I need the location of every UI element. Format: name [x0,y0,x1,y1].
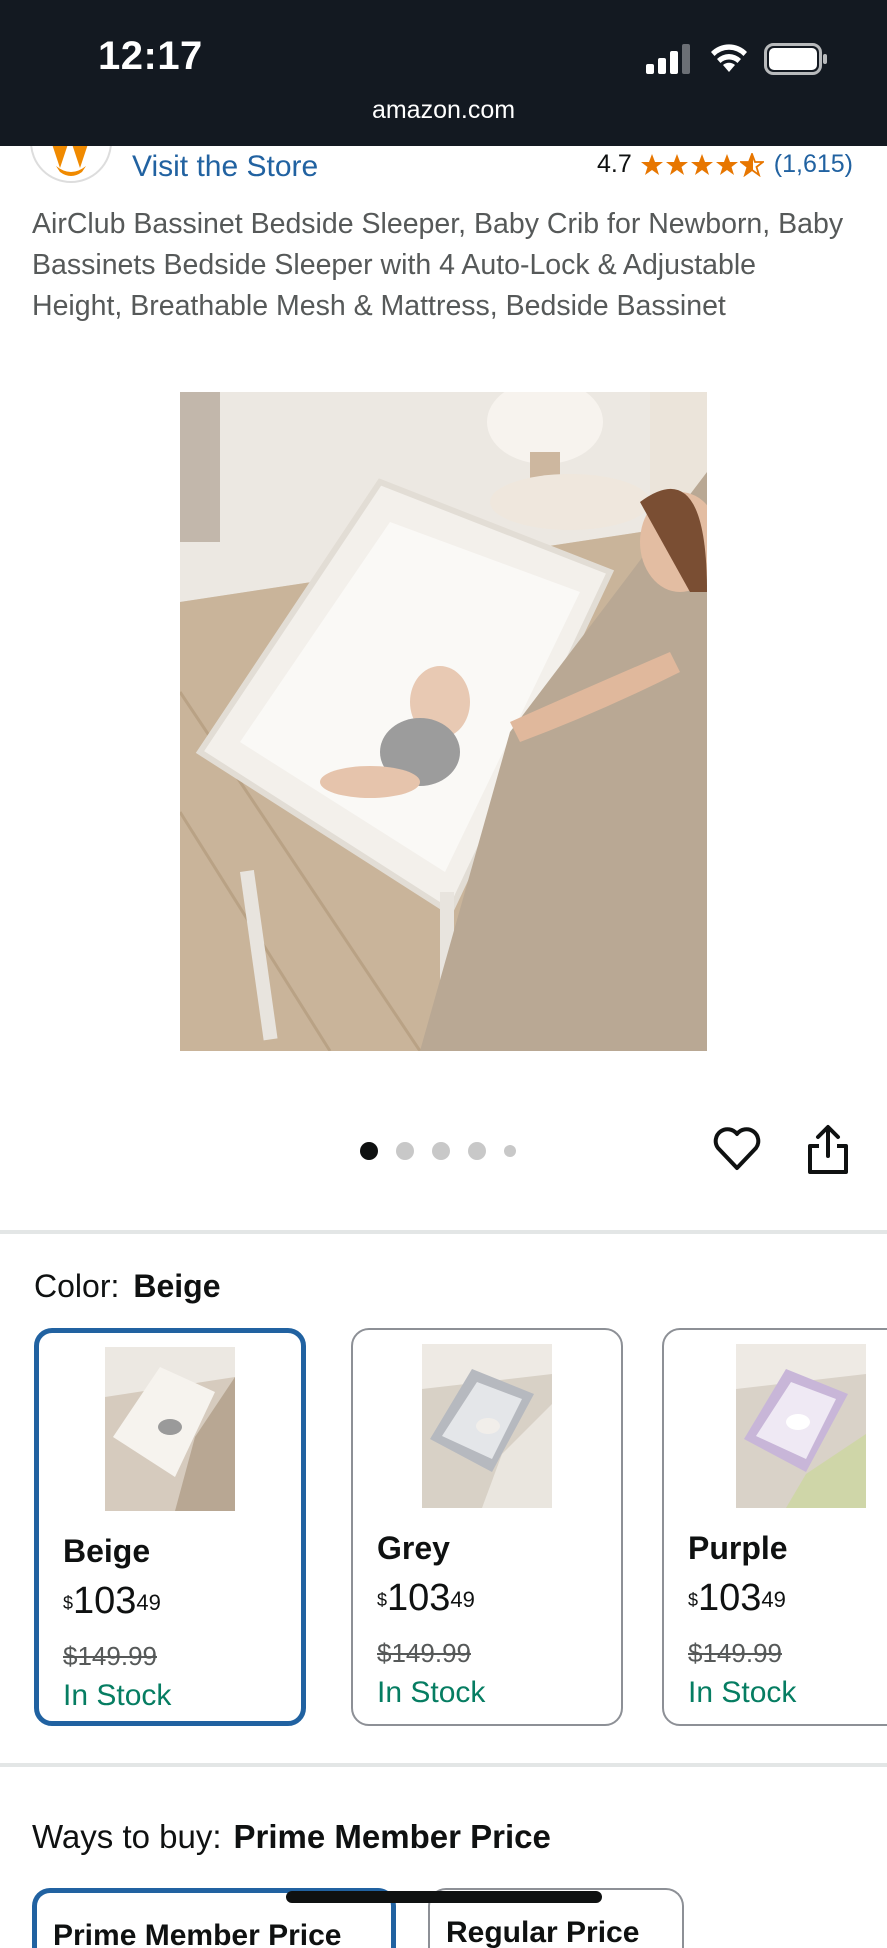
section-divider [0,1230,887,1234]
price-cents: 49 [450,1587,475,1612]
share-icon[interactable] [804,1124,852,1176]
star-half-icon [739,152,764,177]
ways-label-text: Ways to buy: [32,1818,222,1855]
ways-to-buy-label: Ways to buy: Prime Member Price [32,1818,551,1856]
swatch-stock-status: In Stock [377,1676,486,1709]
buy-option-label: Prime Member Price [53,1919,342,1948]
wifi-icon [711,44,747,72]
swatch-image [736,1344,866,1508]
swatch-price: $10349 [688,1577,786,1619]
star-rating [640,152,764,177]
buy-option-label: Regular Price [446,1916,640,1948]
battery-icon [764,43,827,75]
price-cents: 49 [136,1590,161,1615]
carousel-dot[interactable] [468,1142,486,1160]
address-bar-url[interactable]: amazon.com [0,96,887,125]
color-label-text: Color: [34,1268,120,1304]
swatch-image [422,1344,552,1508]
star-full-icon [715,153,738,175]
visit-store-link[interactable]: Visit the Store [132,146,318,188]
swatch-list-price: $149.99 [688,1638,782,1668]
clock: 12:17 [98,34,203,78]
carousel-dot[interactable] [432,1142,450,1160]
swatch-stock-status: In Stock [688,1676,797,1709]
swatch-price: $10349 [377,1577,475,1619]
color-selector-label: Color: Beige [34,1268,221,1305]
swatch-list-price: $149.99 [63,1641,157,1671]
star-full-icon [640,153,663,175]
status-bar: 12:17 amazon.com [0,0,887,146]
swatch-name: Purple [688,1530,788,1566]
brand-logo[interactable] [30,146,112,184]
carousel-dot[interactable] [504,1145,516,1157]
color-option-purple[interactable]: Purple $10349 $149.99 In Stock [662,1328,887,1726]
star-full-icon [665,153,688,175]
swatch-name: Grey [377,1530,450,1566]
rating-summary[interactable]: 4.7 (1,615) [597,150,853,179]
color-option-beige[interactable]: Beige $10349 $149.99 In Stock [34,1328,306,1726]
swatch-image [105,1347,235,1511]
home-indicator[interactable] [286,1891,602,1903]
carousel-dot[interactable] [360,1142,378,1160]
product-image[interactable] [180,392,707,1051]
color-option-grey[interactable]: Grey $10349 $149.99 In Stock [351,1328,623,1726]
price-dollars: 103 [387,1577,451,1619]
section-divider [0,1763,887,1767]
rating-value: 4.7 [597,150,632,178]
carousel-dot[interactable] [396,1142,414,1160]
image-carousel-dots[interactable] [360,1142,516,1160]
heart-icon[interactable] [712,1124,762,1174]
swatch-name: Beige [63,1533,151,1569]
swatch-price: $10349 [63,1580,161,1622]
price-dollars: 103 [698,1577,762,1619]
cellular-signal-icon [646,44,690,74]
price-cents: 49 [761,1587,786,1612]
product-title: AirClub Bassinet Bedside Sleeper, Baby C… [32,208,844,322]
price-dollars: 103 [73,1580,137,1622]
rating-count-link[interactable]: (1,615) [774,150,853,179]
swatch-stock-status: In Stock [63,1679,172,1712]
swatch-list-price: $149.99 [377,1638,471,1668]
selected-color: Beige [133,1268,221,1304]
ways-selected: Prime Member Price [233,1818,551,1855]
star-full-icon [690,153,713,175]
